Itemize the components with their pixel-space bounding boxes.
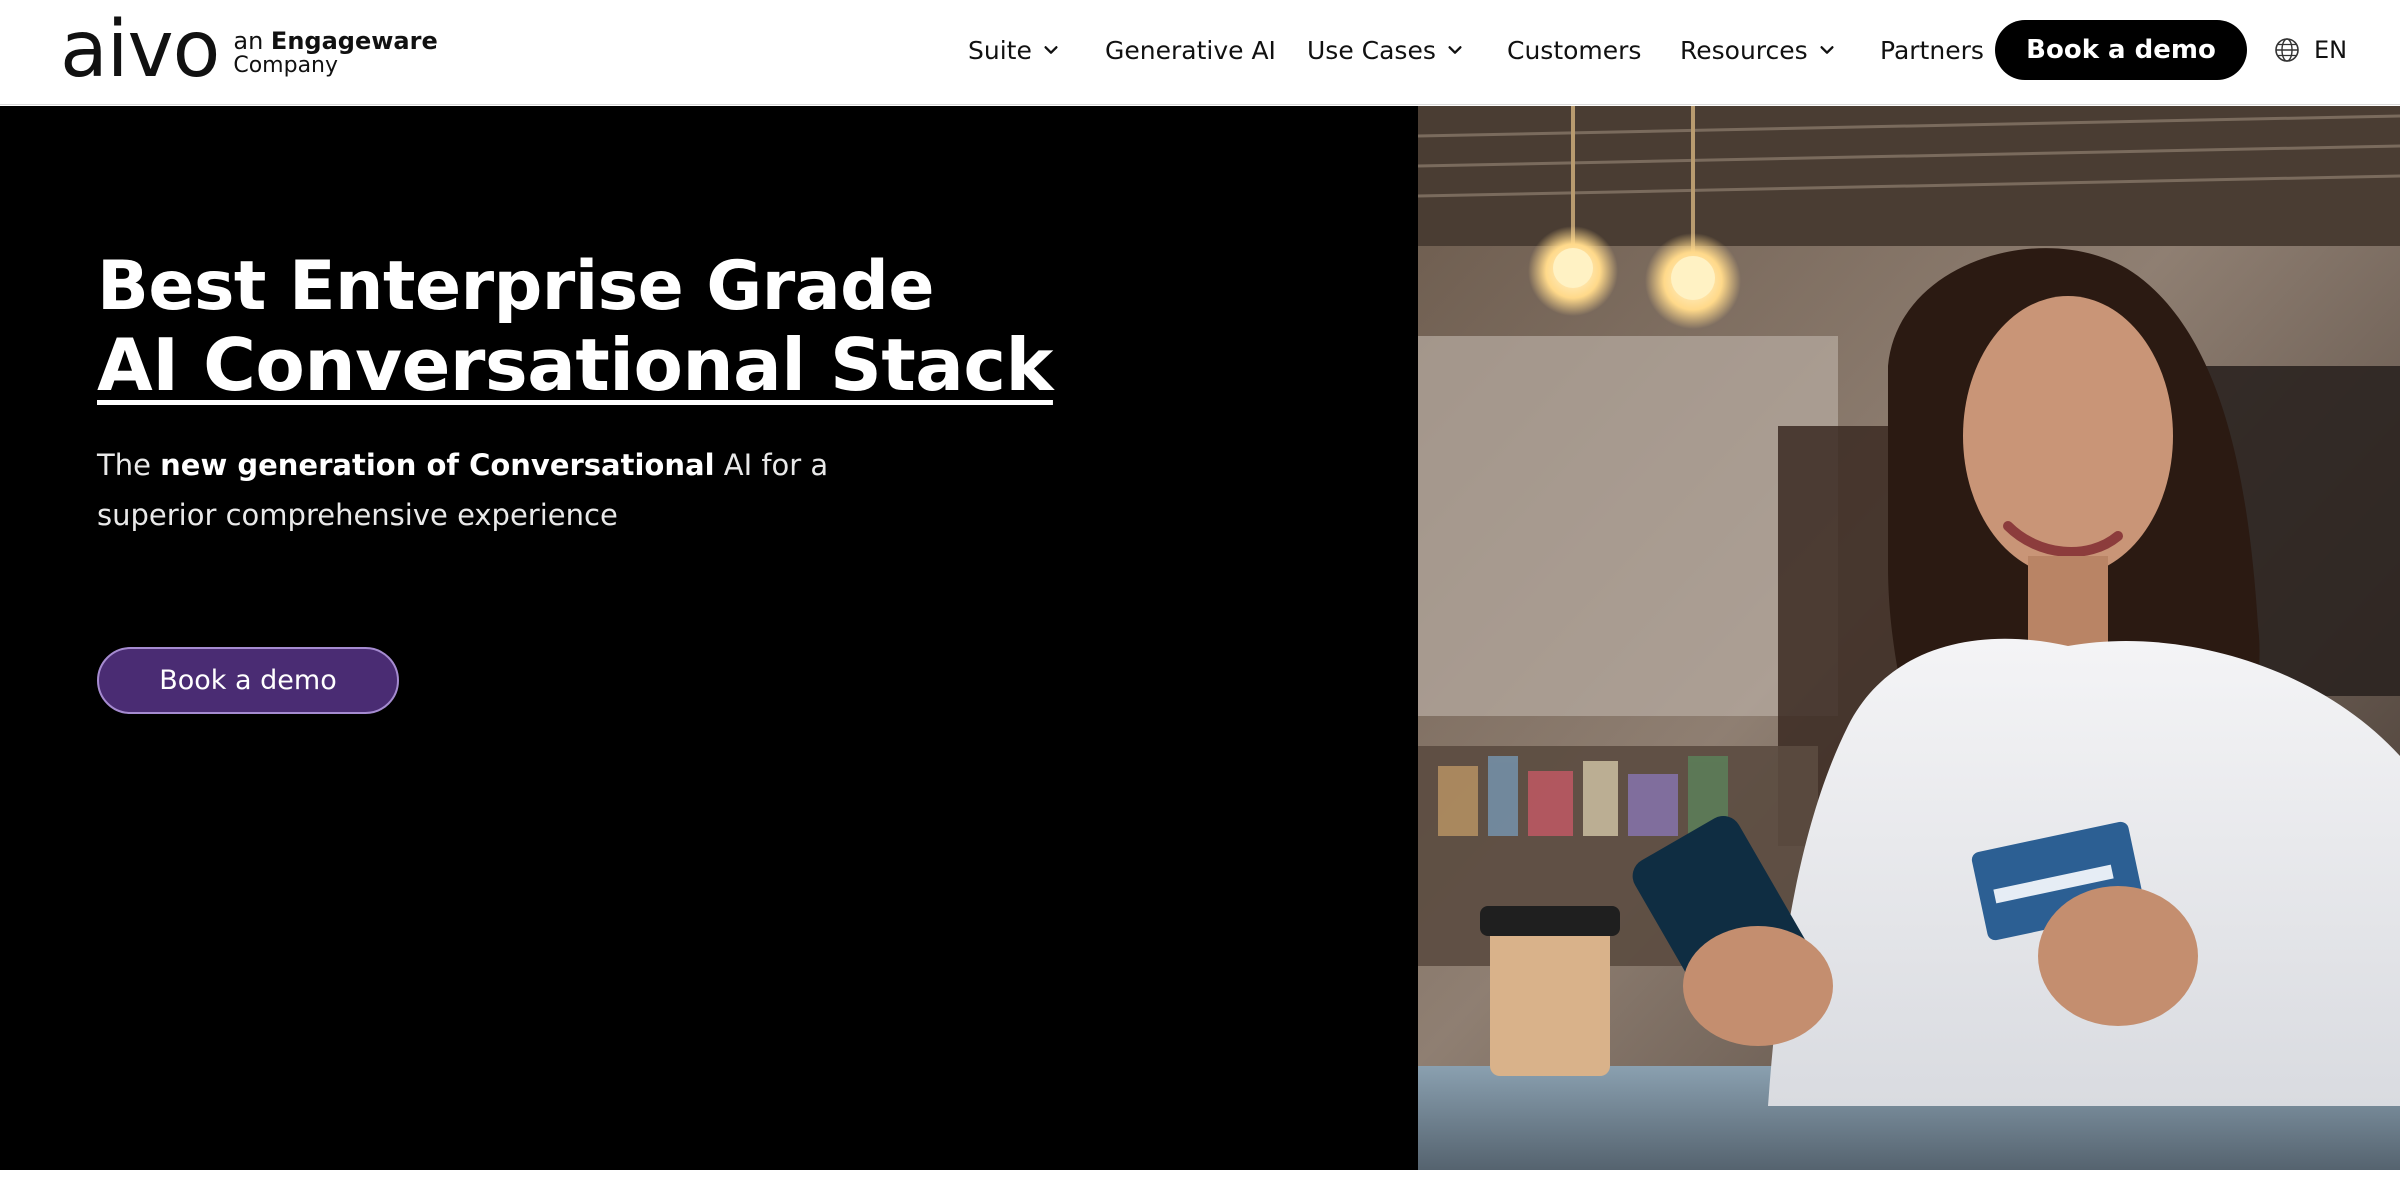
woman-with-phone-and-card-image — [1418, 106, 2400, 1170]
hero-title-line2: AI Conversational Stack — [97, 323, 1053, 407]
site-header: aivo an Engageware Company Suite Generat… — [0, 0, 2400, 105]
hero-book-demo-button[interactable]: Book a demo — [97, 647, 399, 714]
nav-item-suite[interactable]: Suite — [968, 36, 1060, 65]
language-label: EN — [2314, 36, 2348, 64]
page-bottom-edge — [0, 1170, 2400, 1200]
nav-item-customers[interactable]: Customers — [1507, 36, 1641, 65]
tagline-prefix: an — [233, 26, 264, 55]
hero-subtitle-part1: The — [97, 448, 151, 482]
logo-tagline: an Engageware Company — [233, 26, 438, 79]
chevron-down-icon — [1820, 46, 1834, 54]
chevron-down-icon — [1044, 46, 1058, 54]
nav-label-resources: Resources — [1680, 35, 1808, 65]
nav-item-partners[interactable]: Partners — [1880, 36, 1984, 65]
nav-label-suite: Suite — [968, 35, 1032, 65]
hero-subtitle-bold: new generation of Conversational — [160, 448, 715, 482]
nav-label-partners: Partners — [1880, 35, 1984, 65]
hero-photo — [1418, 106, 2400, 1170]
nav-label-customers: Customers — [1507, 35, 1642, 65]
globe-icon — [2275, 38, 2299, 62]
language-selector[interactable]: EN — [2274, 36, 2347, 64]
logo-wordmark: aivo — [60, 5, 220, 95]
tagline-suffix: Company — [233, 53, 339, 79]
header-book-demo-button[interactable]: Book a demo — [1995, 20, 2247, 80]
nav-label-use-cases: Use Cases — [1307, 35, 1436, 65]
tagline-brand: Engageware — [270, 26, 438, 55]
hero-title: Best Enterprise Grade AI Conversational … — [97, 247, 1053, 407]
hero-title-line1: Best Enterprise Grade — [97, 247, 934, 326]
chevron-down-icon — [1448, 46, 1462, 54]
nav-item-generative-ai[interactable]: Generative AI — [1105, 36, 1276, 65]
nav-item-resources[interactable]: Resources — [1680, 36, 1836, 65]
nav-item-use-cases[interactable]: Use Cases — [1307, 36, 1464, 65]
nav-label-generative-ai: Generative AI — [1105, 35, 1276, 65]
hero-subtitle: The new generation of Conversational AI … — [97, 440, 877, 540]
aivo-logo[interactable]: aivo an Engageware Company — [60, 10, 438, 90]
